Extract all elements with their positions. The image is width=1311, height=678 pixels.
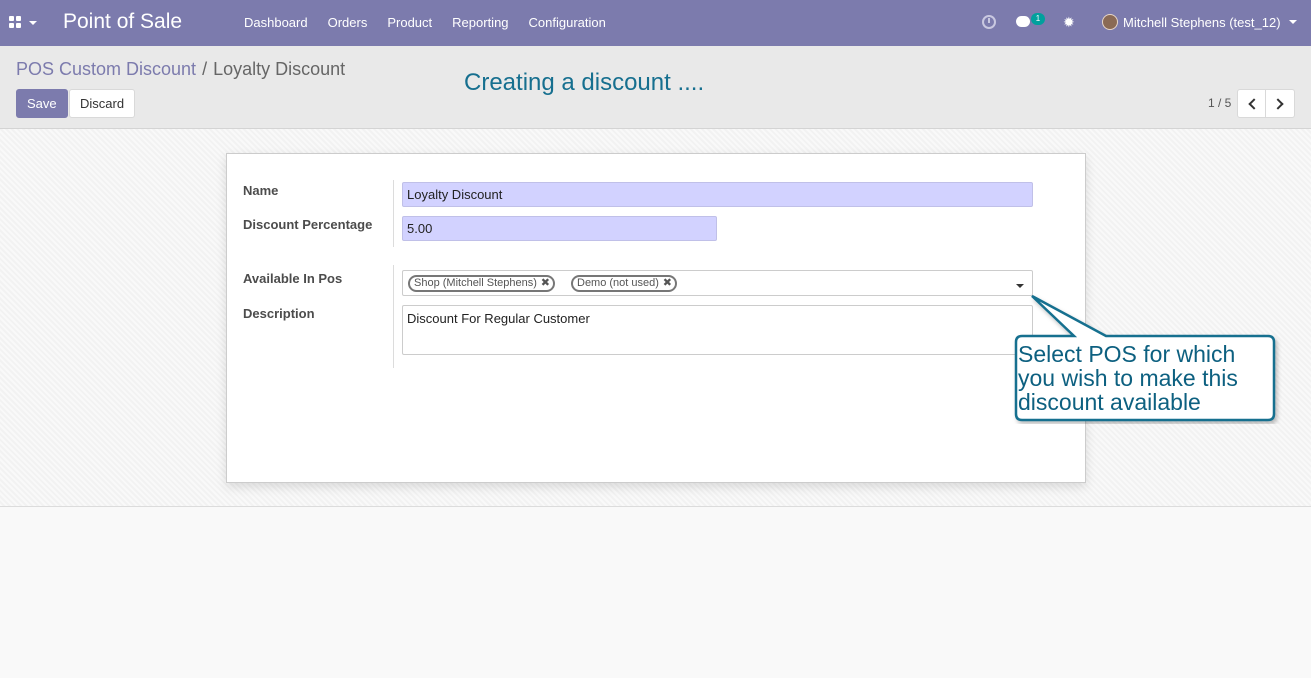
callout-text: Select POS for which you wish to make th… [1018,341,1238,415]
breadcrumb: POS Custom Discount / Loyalty Discount [16,59,345,80]
save-button[interactable]: Save [16,89,68,118]
pager-previous-button[interactable] [1237,89,1266,118]
main-menu: Dashboard Orders Product Reporting Confi… [244,15,626,30]
control-panel: POS Custom Discount / Loyalty Discount Sav… [0,46,1311,129]
pager-value: 1 / 5 [1208,96,1232,110]
grid-icon [9,16,22,29]
description-label: Description [243,306,315,321]
available-in-pos-field[interactable]: Shop (Mitchell Stephens) ✖ Demo (not use… [402,270,1033,296]
user-menu[interactable]: Mitchell Stephens (test_12) [1102,14,1297,30]
pos-tag-label: Shop (Mitchell Stephens) [414,277,537,289]
menu-item-configuration[interactable]: Configuration [529,15,606,30]
available-in-pos-label: Available In Pos [243,271,343,286]
name-label: Name [243,183,279,198]
pos-tag: Shop (Mitchell Stephens) ✖ [408,275,555,292]
field-divider [393,180,394,247]
top-navbar: Point of Sale Dashboard Orders Product R… [0,0,1311,46]
clock-icon[interactable] [982,15,996,29]
menu-item-reporting[interactable]: Reporting [452,15,508,30]
discount-percentage-label: Discount Percentage [243,217,373,232]
breadcrumb-separator: / [202,59,208,79]
discard-button[interactable]: Discard [69,89,136,118]
chevron-left-icon [1248,98,1260,110]
menu-item-orders[interactable]: Orders [328,15,368,30]
pos-tag: Demo (not used) ✖ [571,275,677,292]
remove-tag-icon[interactable]: ✖ [663,277,672,290]
chevron-right-icon [1272,98,1284,110]
pos-tag-label: Demo (not used) [577,277,659,289]
remove-tag-icon[interactable]: ✖ [541,277,550,290]
name-field[interactable]: Loyalty Discount [402,182,1033,207]
avatar [1102,14,1118,30]
breadcrumb-parent-link[interactable]: POS Custom Discount [16,59,196,79]
annotation-title: Creating a discount .... [464,69,705,96]
chat-icon[interactable] [1016,16,1030,27]
app-title: Point of Sale [63,10,183,33]
menu-item-dashboard[interactable]: Dashboard [244,15,308,30]
apps-menu-button[interactable] [9,14,39,32]
discount-percentage-field[interactable]: 5.00 [402,216,717,241]
pager-next-button[interactable] [1266,89,1295,118]
field-divider [393,265,394,368]
menu-item-product[interactable]: Product [387,15,432,30]
chat-count-badge: 1 [1031,13,1045,25]
dropdown-caret-icon[interactable] [1016,284,1024,288]
user-name: Mitchell Stephens (test_12) [1123,14,1281,30]
chevron-down-icon [1288,20,1297,24]
description-field[interactable]: Discount For Regular Customer [402,305,1033,355]
bug-icon[interactable]: ✹ [1063,14,1075,31]
chevron-down-icon [29,21,37,25]
breadcrumb-current: Loyalty Discount [213,59,346,79]
